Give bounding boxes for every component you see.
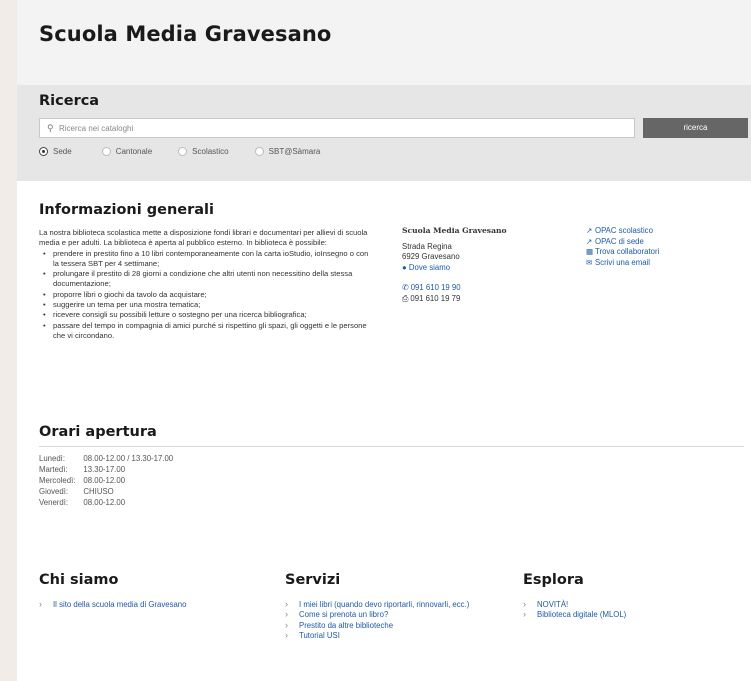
radio-selected-icon [39,147,48,156]
phone-link[interactable]: ✆ 091 610 19 90 [402,283,507,294]
services-title: Servizi [285,572,341,588]
scope-label: SBT@Sàmara [268,147,321,156]
phone-number: 091 610 19 90 [410,283,461,292]
footer-explore: Esplora NOVITÀ! Biblioteca digitale (MLO… [523,572,626,621]
fax-number: 091 610 19 79 [410,293,461,303]
list-item: prolungare il prestito di 28 giorni a co… [39,269,369,290]
quick-links: ↗ OPAC scolastico ↗ OPAC di sede ▦ Trova co… [586,226,659,268]
list-item: passare del tempo in compagnia di amici … [39,321,369,342]
info-title: Informazioni generali [39,202,214,218]
info-description: La nostra biblioteca scolastica mette a … [39,228,369,341]
scope-radio-sbt[interactable]: SBT@Sàmara [254,147,321,156]
phone-icon: ✆ [402,283,409,292]
search-title: Ricerca [39,93,100,109]
table-row: Giovedì: CHIUSO [39,486,181,497]
contact-block: Scuola Media Gravesano Strada Regina 692… [402,226,507,304]
table-row: Mercoledì: 08.00-12.00 [39,475,181,486]
services-link[interactable]: Come si prenota un libro? [285,609,469,620]
search-placeholder: Ricerca nei cataloghi [59,124,134,133]
search-section: Ricerca ⚲ Ricerca nei cataloghi ricerca … [17,85,751,181]
scope-radio-scolastico[interactable]: Scolastico [178,147,229,156]
list-item: ricevere consigli su possibili letture o… [39,310,369,321]
page: Scuola Media Gravesano Ricerca ⚲ Ricerca… [17,0,751,681]
map-marker-icon: ● [402,262,407,272]
map-link-label: Dove siamo [408,262,451,272]
services-link[interactable]: I miei libri (quando devo riportarli, ri… [285,599,469,610]
explore-title: Esplora [523,572,584,588]
external-link-icon: ↗ [586,236,593,246]
scope-radio-cantonale[interactable]: Cantonale [101,147,153,156]
services-links: I miei libri (quando devo riportarli, ri… [285,599,469,641]
explore-link[interactable]: NOVITÀ! [523,599,626,610]
link-opac-scolastico[interactable]: ↗ OPAC scolastico [586,226,659,237]
about-title: Chi siamo [39,572,119,588]
id-card-icon: ▦ [586,247,594,256]
envelope-icon: ✉ [586,257,593,267]
scope-radio-sede[interactable]: Sede [39,147,72,156]
info-section: Informazioni generali La nostra bibliote… [39,202,749,340]
link-trova-collaboratori[interactable]: ▦ Trova collaboratori [586,247,659,258]
link-opac-sede[interactable]: ↗ OPAC di sede [586,237,659,248]
search-row: ⚲ Ricerca nei cataloghi ricerca [39,118,748,138]
hours-table: Lunedì: 08.00-12.00 / 13.30-17.00 Martedì… [39,453,181,508]
radio-icon [101,147,111,156]
fax-line: ⎙ 091 610 19 79 [402,294,507,305]
time-cell: 13.30-17.00 [83,465,126,474]
services-link[interactable]: Prestito da altre biblioteche [285,620,469,631]
map-link[interactable]: ● Dove siamo [402,263,507,274]
table-row: Venerdì: 08.00-12.00 [39,497,181,508]
search-scope-group: Sede Cantonale Scolastico SBT@Sàmara [39,147,336,156]
info-bullets: prendere in prestito fino a 10 libri con… [39,249,369,342]
link-scrivi-email[interactable]: ✉ Scrivi una email [586,258,659,269]
radio-icon [254,147,264,156]
link-label: OPAC di sede [595,236,644,246]
search-input[interactable]: ⚲ Ricerca nei cataloghi [39,118,635,138]
time-cell: 08.00-12.00 [83,498,126,507]
info-intro: La nostra biblioteca scolastica mette a … [39,228,368,248]
about-links: Il sito della scuola media di Gravesano [39,599,186,610]
page-title: Scuola Media Gravesano [39,22,332,46]
search-icon: ⚲ [47,123,54,133]
explore-links: NOVITÀ! Biblioteca digitale (MLOL) [523,599,626,621]
contact-street: Strada Regina [402,241,452,251]
link-label: OPAC scolastico [595,226,653,235]
contact-city: 6929 Gravesano [402,252,460,261]
time-cell: CHIUSO [83,487,114,496]
list-item: prendere in prestito fino a 10 libri con… [39,249,369,270]
fax-icon: ⎙ [402,293,409,303]
list-item: proporre libri o giochi da tavolo da acq… [39,290,369,301]
link-label: Scrivi una email [595,257,651,267]
day-cell: Venerdì: [39,498,69,507]
day-cell: Giovedì: [39,487,69,496]
services-link[interactable]: Tutorial USI [285,630,469,641]
about-link[interactable]: Il sito della scuola media di Gravesano [39,599,186,610]
footer-about: Chi siamo Il sito della scuola media di … [39,572,186,610]
day-cell: Martedì: [39,465,68,474]
hours-section: Orari apertura Lunedì: 08.00-12.00 / 13.3… [39,424,744,508]
scope-label: Scolastico [192,147,229,156]
scope-label: Sede [53,147,72,156]
contact-name: Scuola Media Gravesano [402,226,507,235]
hours-title: Orari apertura [39,424,744,447]
list-item: suggerire un tema per una mostra tematic… [39,300,369,311]
scope-label: Cantonale [115,147,153,156]
radio-icon [178,147,188,156]
day-cell: Mercoledì: [39,476,76,485]
link-label: Trova collaboratori [595,247,660,256]
table-row: Lunedì: 08.00-12.00 / 13.30-17.00 [39,453,181,464]
time-cell: 08.00-12.00 / 13.30-17.00 [83,454,174,463]
footer-services: Servizi I miei libri (quando devo riport… [285,572,469,641]
external-link-icon: ↗ [586,226,593,235]
time-cell: 08.00-12.00 [83,476,126,485]
search-button[interactable]: ricerca [643,118,748,138]
header: Scuola Media Gravesano [17,0,751,85]
table-row: Martedì: 13.30-17.00 [39,464,181,475]
explore-link[interactable]: Biblioteca digitale (MLOL) [523,609,626,620]
day-cell: Lunedì: [39,454,66,463]
